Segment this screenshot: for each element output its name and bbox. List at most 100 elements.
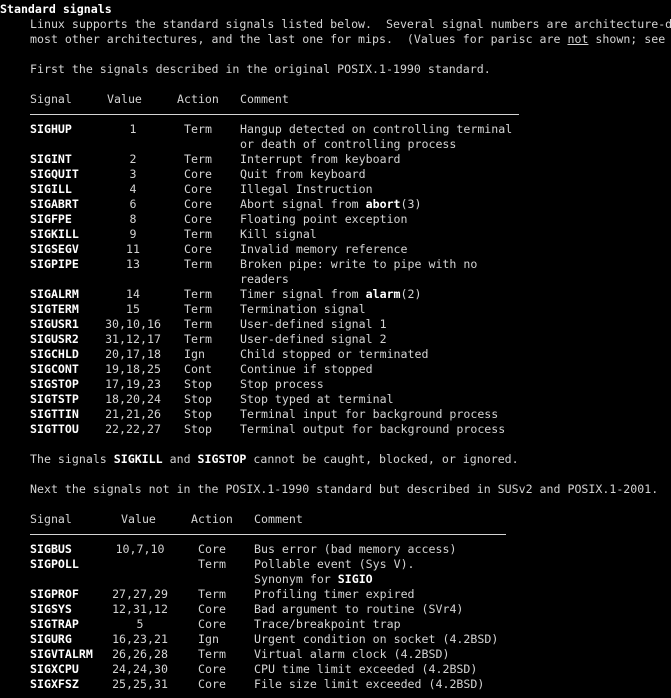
signal-comment: Terminal input for background process [240, 407, 498, 422]
signal-value: 13 [126, 257, 140, 271]
table-row: SIGCONT 19,18,25 Cont Continue if stopped [0, 362, 671, 377]
signal-comment: readers [240, 272, 289, 287]
table-row: SIGSTOP 17,19,23 Stop Stop process [0, 377, 671, 392]
comment-text: readers [240, 272, 289, 286]
signal-comment: Bus error (bad memory access) [254, 542, 456, 557]
table-row: SIGSEGV 11 Core Invalid memory reference [0, 242, 671, 257]
note-signal: SIGKILL [113, 452, 163, 466]
signal-action: Core [184, 167, 212, 181]
signal-name: SIGILL [30, 182, 72, 196]
comment-text: Virtual alarm clock (4.2BSD) [254, 647, 450, 661]
comment-text: Synonym for [254, 572, 338, 586]
comment-text: Illegal Instruction [240, 182, 373, 196]
comment-text: File size limit exceeded (4.2BSD) [254, 677, 485, 691]
table-row: SIGFPE 8 Core Floating point exception [0, 212, 671, 227]
signal-action: Term [184, 317, 212, 331]
signal-action: Core [198, 602, 226, 616]
signal-value: 9 [129, 227, 137, 241]
comment-text: Stop process [240, 377, 324, 391]
header-comment: Comment [254, 512, 303, 526]
signal-action: Core [198, 617, 226, 631]
table-row: SIGPIPE 13 Term Broken pipe: write to pipe … [0, 257, 671, 272]
signal-comment: Illegal Instruction [240, 182, 373, 197]
signal-name: SIGSTOP [30, 377, 79, 391]
comment-text: Interrupt from keyboard [240, 152, 401, 166]
header-rule [0, 107, 671, 122]
header-value: Value [107, 92, 142, 106]
signal-action: Core [198, 677, 226, 691]
comment-text: User-defined signal 2 [240, 332, 387, 346]
signal-comment: Abort signal from abort(3) [240, 197, 422, 212]
signal-name: SIGPOLL [30, 557, 79, 571]
signal-name: SIGFPE [30, 212, 72, 226]
table-row-continuation: readers [0, 272, 671, 287]
table-row: SIGVTALRM 26,26,28 Term Virtual alarm clock… [0, 647, 671, 662]
signal-action: Term [184, 122, 212, 136]
signal-value: 12,31,12 [112, 602, 168, 616]
signal-value: 25,25,31 [112, 677, 168, 691]
table-row: SIGALRM 14 Term Timer signal from alarm(2) [0, 287, 671, 302]
function-ref: alarm [365, 287, 401, 301]
note-text: cannot be caught, blocked, or ignored. [246, 452, 519, 466]
header-action: Action [177, 92, 219, 106]
signal-value: 6 [129, 197, 137, 211]
table-row: SIGTTOU 22,22,27 Stop Terminal output for b… [0, 422, 671, 437]
signal-comment: Profiling timer expired [254, 587, 415, 602]
signal-name: SIGHUP [30, 122, 72, 136]
signal-name: SIGALRM [30, 287, 79, 301]
table1-signal-table: Signal Value Action Comment SIGHUP 1 Term Hangu… [0, 92, 671, 437]
comment-text: CPU time limit exceeded (4.2BSD) [254, 662, 478, 676]
table-row: SIGKILL 9 Term Kill signal [0, 227, 671, 242]
comment-text: Terminal output for background process [240, 422, 506, 436]
signal-comment: CPU time limit exceeded (4.2BSD) [254, 662, 477, 677]
comment-text: Termination signal [240, 302, 366, 316]
signal-action: Core [198, 662, 226, 676]
signal-comment: Urgent condition on socket (4.2BSD) [254, 632, 498, 647]
signal-comment: Termination signal [240, 302, 366, 317]
signal-value: 4 [129, 182, 137, 196]
terminal-man-page: Standard signals Linux supports the stan… [0, 2, 671, 692]
signal-action: Core [184, 197, 212, 211]
signal-action: Cont [184, 362, 212, 376]
signal-comment: Broken pipe: write to pipe with no [240, 257, 477, 272]
signal-value: 17,19,23 [105, 377, 161, 391]
table-row: SIGXCPU 24,24,30 Core CPU time limit exceed… [0, 662, 671, 677]
signal-name: SIGTERM [30, 302, 79, 316]
signal-comment: Timer signal from alarm(2) [240, 287, 422, 302]
signal-value: 27,27,29 [112, 587, 168, 601]
signal-comment: Child stopped or terminated [240, 347, 428, 362]
comment-text: (3) [400, 197, 422, 211]
intro-line-1: Linux supports the standard signals list… [30, 17, 671, 31]
table-header: Signal Value Action Comment [0, 512, 671, 527]
comment-text: Invalid memory reference [240, 242, 408, 256]
table-row: SIGPROF 27,27,29 Term Profiling timer expir… [0, 587, 671, 602]
table-header: Signal Value Action Comment [0, 92, 671, 107]
signal-comment: Trace/breakpoint trap [254, 617, 401, 632]
table-row: SIGTSTP 18,20,24 Stop Stop typed at termina… [0, 392, 671, 407]
signal-name: SIGSEGV [30, 242, 79, 256]
signal-comment: Synonym for SIGIO [254, 572, 373, 587]
intro-line-2: most other architectures, and the last o… [0, 32, 671, 47]
signal-action: Core [184, 242, 212, 256]
signal-comment: Floating point exception [240, 212, 408, 227]
signal-comment: Continue if stopped [240, 362, 373, 377]
function-ref: abort [365, 197, 401, 211]
signal-name: SIGABRT [30, 197, 79, 211]
comment-text: or death of controlling process [240, 137, 457, 151]
signal-value: 8 [129, 212, 137, 226]
signal-name: SIGUSR1 [30, 317, 79, 331]
comment-text: Trace/breakpoint trap [254, 617, 401, 631]
signal-action: Term [184, 152, 212, 166]
table-row: SIGTERM 15 Term Termination signal [0, 302, 671, 317]
signal-name: SIGPIPE [30, 257, 79, 271]
signal-comment: or death of controlling process [240, 137, 456, 152]
signal-name: SIGCHLD [30, 347, 79, 361]
signal-comment: Bad argument to routine (SVr4) [254, 602, 463, 617]
signal-value: 26,26,28 [112, 647, 168, 661]
note-text: The signals [30, 452, 114, 466]
signal-value: 20,17,18 [105, 347, 161, 361]
signal-action: Term [198, 587, 226, 601]
signal-action: Core [184, 182, 212, 196]
signal-name: SIGKILL [30, 227, 79, 241]
signal-name: SIGPROF [30, 587, 79, 601]
